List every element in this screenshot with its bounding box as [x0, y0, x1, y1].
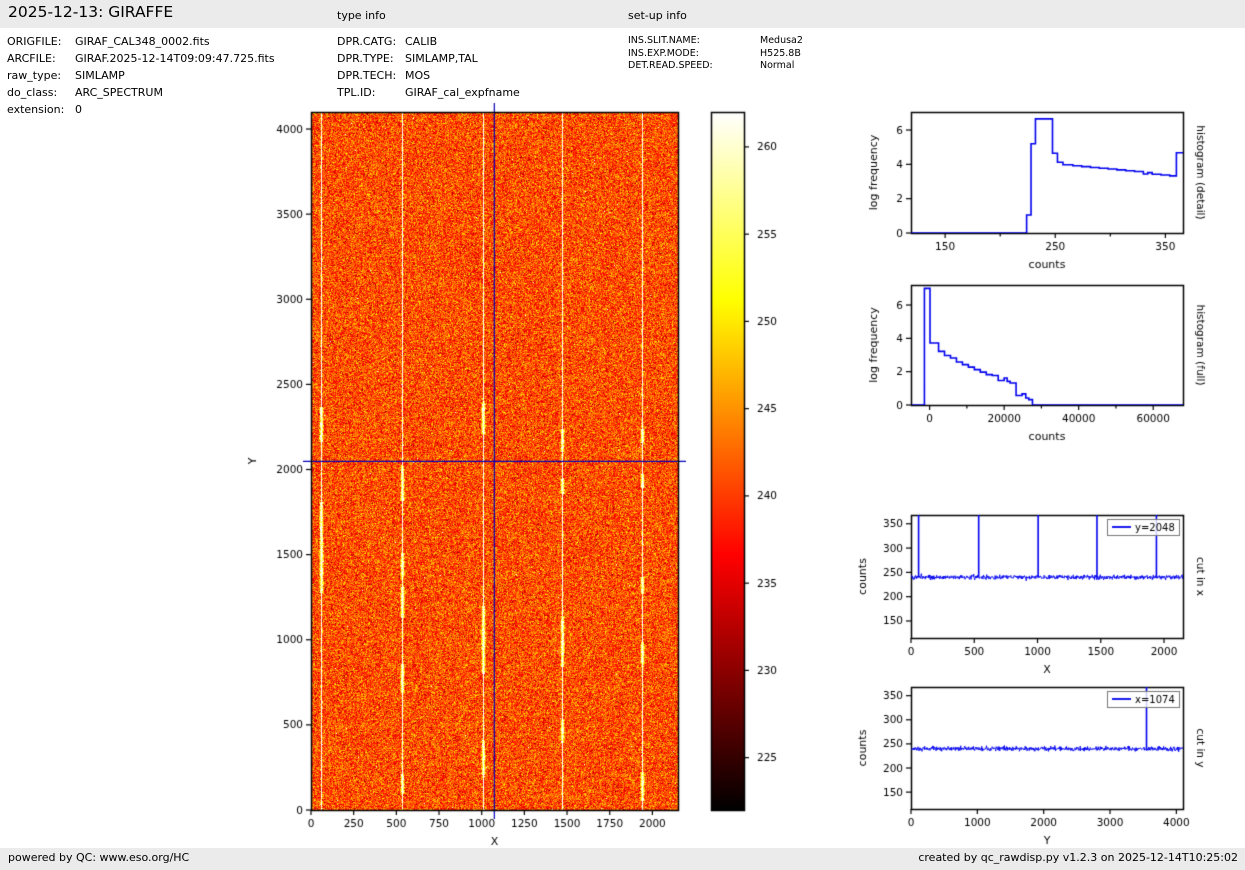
field-label: DPR.TYPE:	[337, 52, 394, 65]
footer-powered-by: powered by QC: www.eso.org/HC	[8, 851, 190, 864]
footer-bar: powered by QC: www.eso.org/HC created by…	[0, 848, 1245, 870]
field-value: GIRAF_cal_expfname	[405, 86, 520, 99]
file-info-block: ORIGFILE: GIRAF_CAL348_0002.fits ARCFILE:…	[7, 33, 275, 118]
footer-created-by: created by qc_rawdisp.py v1.2.3 on 2025-…	[918, 851, 1238, 864]
field-value: Medusa2	[760, 35, 803, 46]
field-value: GIRAF_CAL348_0002.fits	[75, 35, 210, 48]
field-label: INS.EXP.MODE:	[628, 47, 699, 59]
field-label: TPL.ID:	[337, 86, 376, 99]
setup-info-row: INS.SLIT.NAME: Medusa2	[628, 35, 803, 48]
header-bar: 2025-12-13: GIRAFFE type info set-up inf…	[0, 0, 1245, 28]
field-label: extension:	[7, 103, 65, 116]
plots-canvas	[0, 0, 1245, 870]
file-info-row: ORIGFILE: GIRAF_CAL348_0002.fits	[7, 33, 275, 50]
field-value: ARC_SPECTRUM	[75, 86, 163, 99]
field-value: SIMLAMP,TAL	[405, 52, 478, 65]
field-label: do_class:	[7, 86, 58, 99]
page-title: 2025-12-13: GIRAFFE	[8, 3, 174, 21]
type-info-row: DPR.TYPE: SIMLAMP,TAL	[337, 50, 520, 67]
type-info-row: DPR.CATG: CALIB	[337, 33, 520, 50]
file-info-row: do_class: ARC_SPECTRUM	[7, 84, 275, 101]
field-value: CALIB	[405, 35, 438, 48]
type-info-heading: type info	[337, 9, 386, 22]
field-value: Normal	[760, 60, 795, 71]
type-info-row: DPR.TECH: MOS	[337, 67, 520, 84]
field-label: INS.SLIT.NAME:	[628, 35, 700, 46]
setup-info-row: DET.READ.SPEED: Normal	[628, 60, 803, 73]
setup-info-block: INS.SLIT.NAME: Medusa2 INS.EXP.MODE: H525.…	[628, 35, 803, 73]
qc-report-page: 2025-12-13: GIRAFFE type info set-up inf…	[0, 0, 1245, 870]
file-info-row: raw_type: SIMLAMP	[7, 67, 275, 84]
setup-info-heading: set-up info	[628, 9, 687, 22]
field-label: DPR.TECH:	[337, 69, 397, 82]
file-info-row: ARCFILE: GIRAF.2025-12-14T09:09:47.725.fi…	[7, 50, 275, 67]
field-label: ARCFILE:	[7, 52, 56, 65]
field-label: raw_type:	[7, 69, 62, 82]
field-value: MOS	[405, 69, 431, 82]
field-value: SIMLAMP	[75, 69, 125, 82]
field-label: ORIGFILE:	[7, 35, 62, 48]
file-info-row: extension: 0	[7, 101, 275, 118]
field-value: H525.8B	[760, 47, 801, 59]
field-label: DPR.CATG:	[337, 35, 397, 48]
type-info-row: TPL.ID: GIRAF_cal_expfname	[337, 84, 520, 101]
field-label: DET.READ.SPEED:	[628, 60, 713, 71]
field-value: GIRAF.2025-12-14T09:09:47.725.fits	[75, 52, 275, 65]
type-info-block: DPR.CATG: CALIB DPR.TYPE: SIMLAMP,TAL DPR.…	[337, 33, 520, 101]
setup-info-row: INS.EXP.MODE: H525.8B	[628, 48, 803, 61]
field-value: 0	[75, 103, 82, 116]
